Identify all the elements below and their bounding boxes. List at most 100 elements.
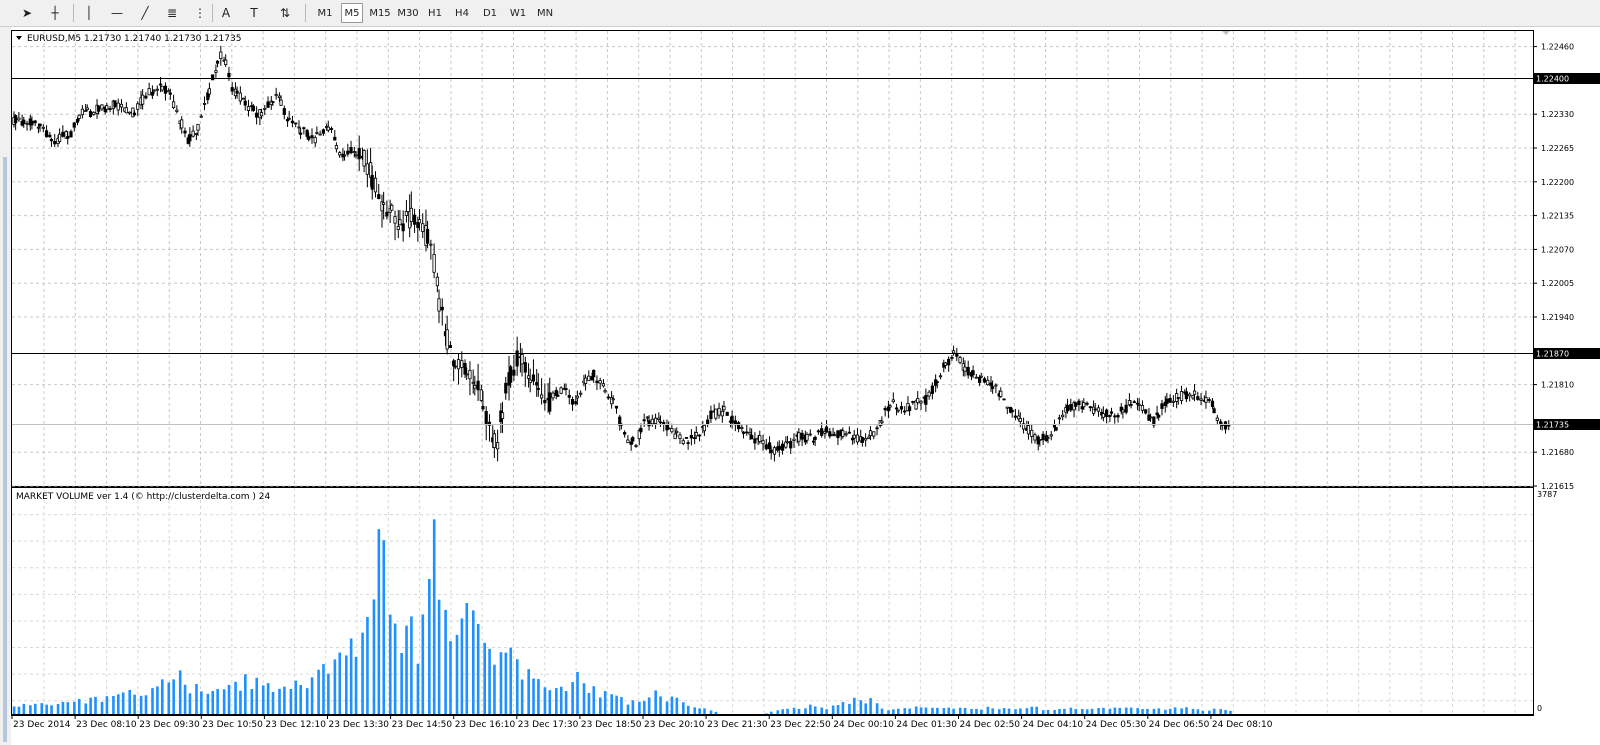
candle-body <box>1204 396 1208 403</box>
candle-body <box>1018 418 1022 422</box>
candle-body <box>872 431 876 437</box>
candle-body <box>274 93 278 96</box>
volume-bar <box>29 705 32 714</box>
shift-marker-icon[interactable] <box>1222 31 1230 35</box>
candle-body <box>105 105 109 110</box>
candle-body <box>833 434 837 437</box>
candle-body <box>722 406 726 411</box>
candle-body <box>279 99 283 106</box>
volume-bar <box>40 703 44 714</box>
candle-body <box>440 306 444 311</box>
candle-body <box>951 350 956 354</box>
volume-bar <box>400 653 403 714</box>
candle-body <box>764 444 768 450</box>
candle-body <box>326 126 330 131</box>
candle-body <box>476 380 480 391</box>
volume-bar <box>22 703 26 714</box>
candle-body <box>1046 437 1050 439</box>
candle-body <box>1219 421 1223 424</box>
candle-body <box>227 72 231 78</box>
candle-body <box>911 401 915 403</box>
candle-body <box>650 418 654 425</box>
volume-bar <box>250 688 254 714</box>
candle-body <box>1113 415 1117 418</box>
volume-axis-max: 3787 <box>1537 490 1557 499</box>
candle-body <box>714 408 718 419</box>
volume-bar <box>952 708 955 714</box>
candle-body <box>645 416 650 419</box>
chart-grid <box>12 31 1533 714</box>
candle-body <box>639 427 643 433</box>
volume-bar <box>1146 708 1149 714</box>
candle-body <box>207 88 212 95</box>
candle-body <box>675 430 679 434</box>
candle-body <box>789 441 793 449</box>
volume-bar <box>1074 709 1078 714</box>
volume-bar <box>338 652 342 714</box>
volume-bar <box>66 702 70 714</box>
candle-body <box>606 396 610 399</box>
candle-body <box>950 356 954 359</box>
volume-bar <box>432 519 436 714</box>
volume-bar <box>1173 707 1177 714</box>
volume-bar <box>970 708 973 714</box>
candle-body <box>465 373 469 376</box>
candle-body <box>370 174 374 190</box>
volume-bar <box>887 710 890 714</box>
candle-body <box>864 437 868 441</box>
volume-bar <box>195 684 198 714</box>
volume-bar <box>393 623 397 714</box>
candle-body <box>684 437 689 439</box>
volume-bar <box>548 690 552 714</box>
volume-bar <box>121 692 125 714</box>
candle-body <box>717 407 721 416</box>
volume-bar <box>100 701 104 714</box>
candle-body <box>393 216 397 224</box>
candle-body <box>1171 400 1175 403</box>
volume-bar <box>227 684 231 714</box>
volume-bar <box>1113 707 1117 714</box>
candle-body <box>305 129 309 137</box>
volume-bar <box>172 679 175 714</box>
chart-svg[interactable]: 1.22400 1.21870 1.21735 1.22460 1.22330 1.222… <box>0 0 1600 745</box>
time-tick-label: 24 Dec 02:50 <box>960 720 1021 730</box>
indicator-header: MARKET VOLUME ver 1.4 (© http://clusterd… <box>16 492 270 502</box>
volume-bar <box>310 677 314 714</box>
candle-body <box>1010 409 1014 413</box>
time-tick-label: 23 Dec 22:50 <box>770 720 831 730</box>
candle-body <box>1152 416 1156 426</box>
candle-body <box>1085 402 1089 405</box>
volume-bar <box>50 705 53 714</box>
candle-body <box>310 135 314 139</box>
volume-bar <box>1002 708 1006 714</box>
chart-menu-triangle-icon[interactable] <box>16 36 22 40</box>
volume-bar <box>493 664 496 714</box>
candle-body <box>548 392 552 412</box>
candle-body <box>938 375 943 378</box>
candle-body <box>25 122 29 125</box>
candle-body <box>294 122 298 125</box>
volume-bar <box>599 697 602 714</box>
candle-body <box>697 434 702 437</box>
candle-body <box>720 410 724 417</box>
candle-body <box>194 133 198 135</box>
candle-body <box>44 130 49 138</box>
candle-body <box>435 276 439 287</box>
candle-body <box>215 60 220 64</box>
volume-bar <box>686 705 690 714</box>
volume-bar <box>1136 708 1139 714</box>
volume-bar <box>77 698 81 714</box>
volume-bar <box>234 681 237 714</box>
volume-bar <box>1063 708 1066 714</box>
candle-body <box>935 381 939 383</box>
volume-bar <box>449 641 452 714</box>
volume-bar <box>437 599 441 714</box>
volume-bar <box>520 679 524 714</box>
candle-body <box>673 433 677 440</box>
volume-bar <box>859 700 863 714</box>
volume-bar <box>836 705 840 714</box>
candle-body <box>313 137 317 144</box>
candle-body <box>808 433 812 436</box>
candle-body <box>855 434 860 443</box>
candle-body <box>1065 404 1070 412</box>
